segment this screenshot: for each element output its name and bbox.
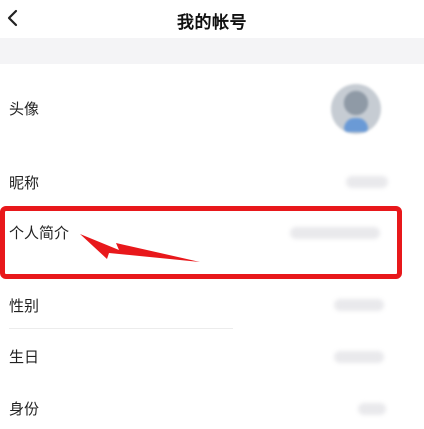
section-separator (0, 38, 424, 64)
row-label-identity: 身份 (9, 400, 40, 418)
row-label-birthday: 生日 (9, 348, 40, 366)
nav-header: 我的帐号 (0, 0, 424, 36)
row-divider (9, 328, 233, 329)
bio-value-blurred (290, 227, 380, 239)
gender-value-blurred (334, 299, 384, 311)
avatar[interactable] (331, 84, 381, 134)
row-label-avatar: 头像 (9, 100, 40, 118)
row-label-gender: 性别 (9, 297, 40, 315)
row-label-nickname: 昵称 (9, 174, 40, 192)
birthday-value-blurred (334, 351, 384, 363)
page-title: 我的帐号 (177, 13, 247, 33)
row-label-bio: 个人简介 (9, 224, 70, 242)
identity-value-blurred (358, 403, 386, 415)
nickname-value-blurred (346, 176, 388, 188)
